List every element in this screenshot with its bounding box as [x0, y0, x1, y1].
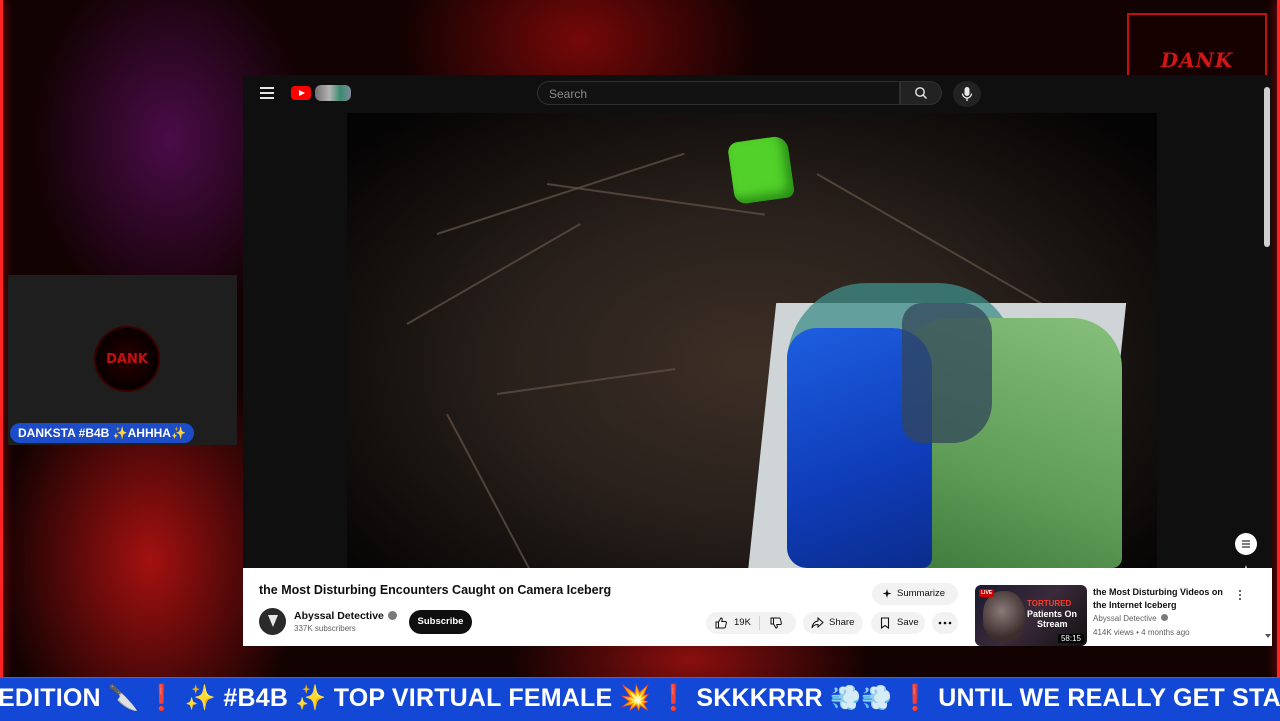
subscribe-button[interactable]: Subscribe — [409, 610, 472, 634]
frame-branch — [436, 152, 685, 235]
frame-net-bag — [902, 303, 992, 443]
youtube-header: Search — [243, 75, 1272, 113]
scroll-down-arrow-icon[interactable] — [1265, 634, 1271, 638]
camera-box: DANK — [8, 275, 237, 445]
save-label: Save — [897, 617, 919, 628]
channel-avatar[interactable] — [259, 608, 286, 635]
recommended-title[interactable]: the Most Disturbing Videos on the Intern… — [1093, 586, 1228, 612]
frame-green-bag — [726, 135, 796, 205]
like-count: 19K — [734, 617, 751, 628]
bookmark-icon — [880, 617, 890, 629]
share-label: Share — [829, 617, 855, 628]
camera-avatar: DANK — [94, 326, 160, 392]
search-icon — [915, 87, 927, 99]
thumbnail-live-badge: LIVE — [979, 589, 995, 597]
thumbnail-text-3: Stream — [1037, 619, 1068, 629]
sparkle-icon — [882, 589, 892, 598]
channel-name-text[interactable]: Abyssal Detective — [294, 610, 384, 622]
more-horizontal-icon — [938, 621, 952, 625]
verified-icon — [387, 610, 397, 620]
video-title: the Most Disturbing Encounters Caught on… — [259, 583, 612, 597]
thumbnail-text-1: TORTURED — [1027, 599, 1072, 608]
subscriber-count: 337K subscribers — [294, 624, 356, 633]
youtube-logo-icon[interactable] — [291, 86, 311, 100]
dislike-button[interactable] — [760, 612, 796, 634]
thumbs-up-icon — [715, 617, 727, 629]
more-vertical-icon[interactable] — [1235, 588, 1245, 602]
more-actions-button[interactable] — [932, 612, 958, 634]
recommended-meta: 414K views • 4 months ago — [1093, 628, 1190, 637]
frame-branch — [496, 367, 676, 395]
overlay-logo-text: DANK — [1160, 48, 1234, 72]
share-button[interactable]: Share — [803, 612, 863, 634]
recommended-channel[interactable]: Abyssal Detective — [1093, 614, 1168, 623]
video-info-panel: the Most Disturbing Encounters Caught on… — [243, 568, 1272, 646]
thumbnail-face — [983, 591, 1025, 641]
verified-icon — [1160, 614, 1168, 622]
video-player[interactable] — [347, 113, 1157, 568]
camera-avatar-text: DANK — [106, 351, 148, 367]
frame-branch — [446, 413, 561, 568]
like-dislike-group: 19K — [706, 612, 796, 634]
frame-branch — [406, 223, 581, 325]
search-input[interactable]: Search — [537, 81, 900, 105]
channel-name[interactable]: Abyssal Detective — [294, 610, 397, 622]
share-icon — [811, 617, 824, 629]
ticker-text: EDITION 🔪 ❗ ✨ #B4B ✨ TOP VIRTUAL FEMALE … — [0, 684, 1280, 712]
recommended-thumbnail[interactable]: LIVE TORTURED Patients On Stream 58:15 — [975, 585, 1087, 646]
search-button[interactable] — [900, 81, 942, 105]
mic-button[interactable] — [953, 81, 981, 107]
save-button[interactable]: Save — [871, 612, 925, 634]
youtube-window: Search the Most Disturbing Encounters Ca… — [243, 75, 1272, 646]
page-scrollbar[interactable] — [1264, 87, 1270, 247]
camera-name-label: DANKSTA #B4B ✨AHHHA✨ — [10, 423, 194, 443]
like-button[interactable]: 19K — [706, 612, 759, 634]
video-duration: 58:15 — [1057, 634, 1084, 643]
thumbnail-text-2: Patients On — [1027, 609, 1078, 619]
overlay-left-border — [0, 0, 3, 677]
recommended-channel-text[interactable]: Abyssal Detective — [1093, 614, 1157, 623]
chat-icon[interactable] — [1235, 533, 1257, 555]
summarize-label: Summarize — [897, 588, 946, 599]
thumbs-down-icon — [770, 617, 782, 629]
hamburger-icon[interactable] — [260, 87, 274, 99]
youtube-doodle[interactable] — [315, 85, 351, 101]
summarize-button[interactable]: Summarize — [872, 583, 958, 605]
mic-icon — [961, 87, 973, 101]
ticker-bar: EDITION 🔪 ❗ ✨ #B4B ✨ TOP VIRTUAL FEMALE … — [0, 677, 1280, 721]
